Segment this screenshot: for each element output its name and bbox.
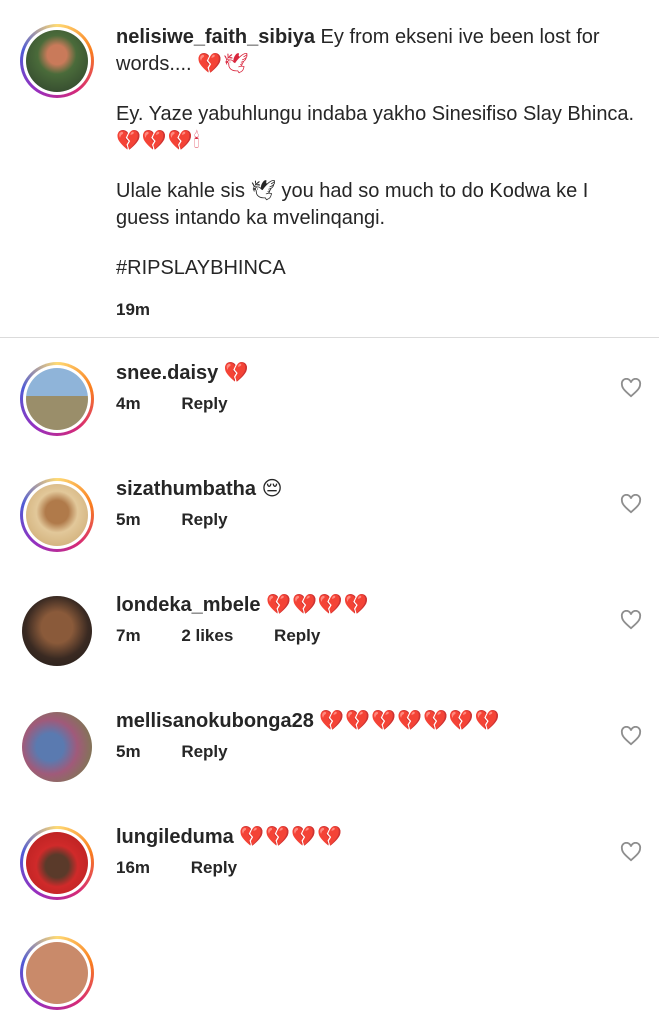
comment-timestamp: 4m (116, 394, 141, 413)
commenter-avatar[interactable] (20, 362, 94, 436)
comment-text: sizathumbatha 😔 (116, 476, 282, 502)
comment-item: sizathumbatha 😔 5m Reply (0, 476, 659, 592)
caption-timestamp: 19m (116, 300, 151, 319)
comment-meta: 5m Reply (116, 510, 264, 530)
comment-item: mellisanokubonga28 💔💔💔💔💔💔💔 5m Reply (0, 708, 659, 824)
next-commenter-avatar[interactable] (20, 936, 94, 1010)
commenter-avatar[interactable] (22, 712, 92, 782)
comment-item: snee.daisy 💔 4m Reply (0, 360, 659, 476)
comment-meta: 5m Reply (116, 742, 264, 762)
reply-button[interactable]: Reply (181, 742, 227, 761)
comment-text: londeka_mbele 💔💔💔💔 (116, 592, 370, 618)
comment-username[interactable]: londeka_mbele (116, 594, 261, 616)
comment-timestamp: 5m (116, 510, 141, 529)
reply-button[interactable]: Reply (191, 858, 237, 877)
heart-like-icon[interactable] (620, 494, 642, 514)
heart-like-icon[interactable] (620, 378, 642, 398)
comment-timestamp: 7m (116, 626, 141, 645)
caption-paragraph-3-emoji: 🕊 (250, 180, 276, 202)
comment-likes-count[interactable]: 2 likes (181, 626, 233, 645)
comment-emoji: 💔 (223, 362, 250, 384)
comment-emoji: 💔💔💔💔 (266, 594, 370, 616)
caption-paragraph-3a: Ulale kahle sis (116, 180, 251, 202)
heart-like-icon[interactable] (620, 726, 642, 746)
comment-username[interactable]: sizathumbatha (116, 478, 256, 500)
caption-hashtag[interactable]: #RIPSLAYBHINCA (116, 257, 286, 279)
reply-button[interactable]: Reply (181, 394, 227, 413)
comment-username[interactable]: snee.daisy (116, 362, 218, 384)
heart-like-icon[interactable] (620, 610, 642, 630)
comment-timestamp: 5m (116, 742, 141, 761)
comment-text: snee.daisy 💔 (116, 360, 250, 386)
comment-item: lungileduma 💔💔💔💔 16m Reply (0, 824, 659, 940)
commenter-avatar[interactable] (20, 826, 94, 900)
commenter-avatar[interactable] (22, 596, 92, 666)
comment-emoji: 💔💔💔💔 (239, 826, 343, 848)
comment-timestamp: 16m (116, 858, 151, 877)
caption-username[interactable]: nelisiwe_faith_sibiya (116, 26, 315, 48)
reply-button[interactable]: Reply (181, 510, 227, 529)
comment-username[interactable]: lungileduma (116, 826, 234, 848)
comment-username[interactable]: mellisanokubonga28 (116, 710, 314, 732)
caption-paragraph-2-emoji: 💔💔💔🕯 (116, 130, 201, 152)
comment-text: lungileduma 💔💔💔💔 (116, 824, 343, 850)
caption-line1-emoji: 💔🕊 (197, 53, 250, 75)
caption-author-avatar[interactable] (20, 24, 94, 98)
comment-meta: 16m Reply (116, 858, 273, 878)
caption-paragraph-2: Ey. Yaze yabuhlungu indaba yakho Sinesif… (116, 103, 635, 125)
comment-emoji: 😔 (261, 478, 283, 500)
comment-meta: 4m Reply (116, 394, 264, 414)
reply-button[interactable]: Reply (274, 626, 320, 645)
caption-text: nelisiwe_faith_sibiya Ey from ekseni ive… (116, 24, 636, 323)
post-caption: nelisiwe_faith_sibiya Ey from ekseni ive… (0, 0, 659, 338)
comment-text: mellisanokubonga28 💔💔💔💔💔💔💔 (116, 708, 501, 734)
commenter-avatar[interactable] (20, 478, 94, 552)
heart-like-icon[interactable] (620, 842, 642, 862)
comment-meta: 7m 2 likes Reply (116, 626, 356, 646)
comment-emoji: 💔💔💔💔💔💔💔 (319, 710, 501, 732)
comment-item: londeka_mbele 💔💔💔💔 7m 2 likes Reply (0, 592, 659, 708)
